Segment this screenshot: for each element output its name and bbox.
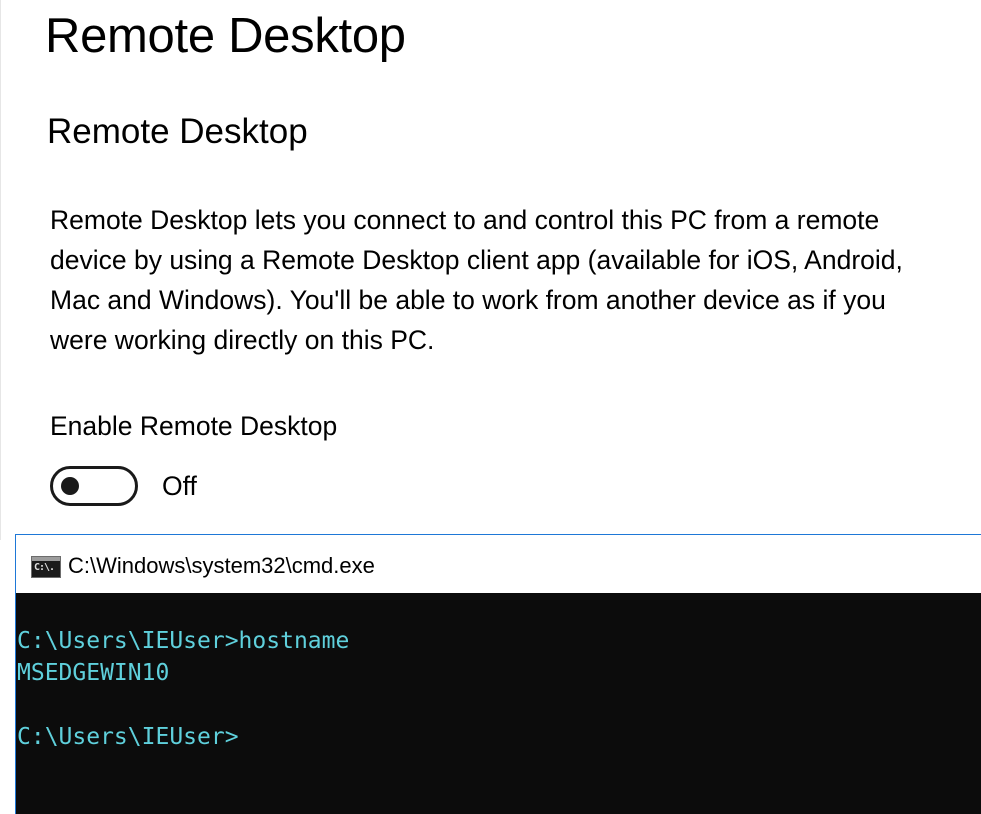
- console-line: C:\Users\IEUser>hostname: [17, 628, 350, 654]
- toggle-state-text: Off: [162, 471, 197, 501]
- cmd-window-title: C:\Windows\system32\cmd.exe: [68, 553, 375, 578]
- cmd-window[interactable]: C:\. C:\Windows\system32\cmd.exe C:\User…: [15, 534, 981, 814]
- cmd-console[interactable]: C:\Users\IEUser>hostname MSEDGEWIN10 C:\…: [17, 593, 981, 814]
- cmd-titlebar[interactable]: C:\. C:\Windows\system32\cmd.exe: [16, 535, 981, 593]
- section-title: Remote Desktop: [47, 112, 308, 151]
- remote-desktop-description: Remote Desktop lets you connect to and c…: [50, 205, 903, 355]
- console-prompt-line[interactable]: C:\Users\IEUser>: [17, 721, 981, 753]
- page-title: Remote Desktop: [45, 9, 406, 63]
- cmd-icon: C:\.: [31, 556, 61, 578]
- toggle-knob: [61, 477, 79, 495]
- remote-desktop-settings-panel: Remote Desktop Remote Desktop Remote Des…: [0, 0, 981, 540]
- cmd-icon-glyph: C:\.: [34, 562, 55, 573]
- console-line: MSEDGEWIN10: [17, 660, 170, 686]
- enable-remote-desktop-label: Enable Remote Desktop: [50, 411, 338, 441]
- enable-remote-desktop-toggle[interactable]: [50, 466, 138, 506]
